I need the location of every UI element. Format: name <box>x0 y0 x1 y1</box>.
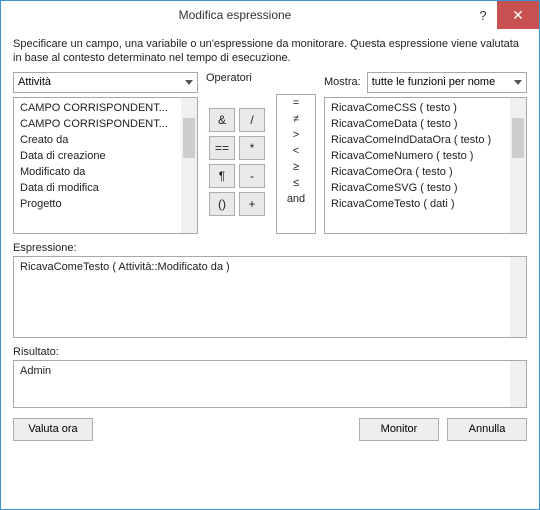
list-item[interactable]: and <box>277 191 315 207</box>
symbols-listbox[interactable]: = ≠ > < ≥ ≤ and <box>276 94 316 234</box>
scrollbar[interactable] <box>510 98 526 233</box>
result-textarea: Admin <box>13 360 527 408</box>
list-item[interactable]: < <box>277 143 315 159</box>
op-btn-minus[interactable]: - <box>239 164 265 188</box>
list-item[interactable]: RicavaComeData ( testo ) <box>325 116 526 132</box>
list-item[interactable]: ≤ <box>277 175 315 191</box>
operators-label: Operatori <box>206 72 268 84</box>
list-item[interactable]: RicavaComeTesto ( dati ) <box>325 196 526 212</box>
cancel-button[interactable]: Annulla <box>447 418 527 441</box>
op-btn-parens[interactable]: () <box>209 192 235 216</box>
list-item[interactable]: ≥ <box>277 159 315 175</box>
description-text: Specificare un campo, una variabile o un… <box>13 37 527 66</box>
evaluate-button[interactable]: Valuta ora <box>13 418 93 441</box>
expression-value: RicavaComeTesto ( Attività::Modificato d… <box>14 257 526 277</box>
functions-listbox[interactable]: RicavaComeCSS ( testo ) RicavaComeData (… <box>324 97 527 234</box>
result-label: Risultato: <box>13 346 527 358</box>
functions-column: Mostra: tutte le funzioni per nome Ricav… <box>324 72 527 234</box>
list-item[interactable]: CAMPO CORRISPONDENT... <box>14 116 197 132</box>
show-combo[interactable]: tutte le funzioni per nome <box>367 72 527 93</box>
dialog-window: Modifica espressione ? ✕ Specificare un … <box>0 0 540 510</box>
table-combo[interactable]: Attività <box>13 72 198 93</box>
fields-listbox[interactable]: CAMPO CORRISPONDENT... CAMPO CORRISPONDE… <box>13 97 198 234</box>
list-item[interactable]: RicavaComeNumero ( testo ) <box>325 148 526 164</box>
expression-textarea[interactable]: RicavaComeTesto ( Attività::Modificato d… <box>13 256 527 338</box>
list-item[interactable]: Creato da <box>14 132 197 148</box>
scrollbar[interactable] <box>181 98 197 233</box>
list-item[interactable]: ≠ <box>277 111 315 127</box>
show-row: Mostra: tutte le funzioni per nome <box>324 72 527 93</box>
list-item[interactable]: RicavaComeCSS ( testo ) <box>325 100 526 116</box>
monitor-button[interactable]: Monitor <box>359 418 439 441</box>
result-value: Admin <box>14 361 526 381</box>
columns: Attività CAMPO CORRISPONDENT... CAMPO CO… <box>13 72 527 234</box>
list-item[interactable]: RicavaComeOra ( testo ) <box>325 164 526 180</box>
scrollbar[interactable] <box>510 361 526 407</box>
list-item[interactable]: Progetto <box>14 196 197 212</box>
scrollbar[interactable] <box>510 257 526 337</box>
table-combo-value: Attività <box>18 76 51 88</box>
operators-grid: & / == * ¶ - () + <box>206 108 268 216</box>
window-title: Modifica espressione <box>1 8 469 22</box>
show-label: Mostra: <box>324 76 361 88</box>
fields-column: Attività CAMPO CORRISPONDENT... CAMPO CO… <box>13 72 198 234</box>
list-item[interactable]: RicavaComeIndDataOra ( testo ) <box>325 132 526 148</box>
op-btn-eqeq[interactable]: == <box>209 136 235 160</box>
op-btn-star[interactable]: * <box>239 136 265 160</box>
scrollbar-thumb[interactable] <box>512 118 524 158</box>
op-btn-plus[interactable]: + <box>239 192 265 216</box>
chevron-down-icon <box>514 80 522 85</box>
op-btn-slash[interactable]: / <box>239 108 265 132</box>
show-combo-value: tutte le funzioni per nome <box>372 76 496 88</box>
titlebar-buttons: ? ✕ <box>469 1 539 29</box>
op-btn-pilcrow[interactable]: ¶ <box>209 164 235 188</box>
close-button[interactable]: ✕ <box>497 1 539 29</box>
dialog-body: Specificare un campo, una variabile o un… <box>1 29 539 509</box>
list-item[interactable]: RicavaComeSVG ( testo ) <box>325 180 526 196</box>
op-btn-amp[interactable]: & <box>209 108 235 132</box>
list-item[interactable]: Data di creazione <box>14 148 197 164</box>
scrollbar-thumb[interactable] <box>183 118 195 158</box>
expression-label: Espressione: <box>13 242 527 254</box>
symbols-column: = ≠ > < ≥ ≤ and <box>276 72 316 234</box>
titlebar: Modifica espressione ? ✕ <box>1 1 539 29</box>
list-item[interactable]: CAMPO CORRISPONDENT... <box>14 100 197 116</box>
button-row: Valuta ora Monitor Annulla <box>13 418 527 441</box>
list-item[interactable]: Data di modifica <box>14 180 197 196</box>
list-item[interactable]: = <box>277 95 315 111</box>
list-item[interactable]: Modificato da <box>14 164 197 180</box>
operators-column: Operatori & / == * ¶ - () + <box>206 72 268 234</box>
help-button[interactable]: ? <box>469 1 497 29</box>
list-item[interactable]: > <box>277 127 315 143</box>
chevron-down-icon <box>185 80 193 85</box>
